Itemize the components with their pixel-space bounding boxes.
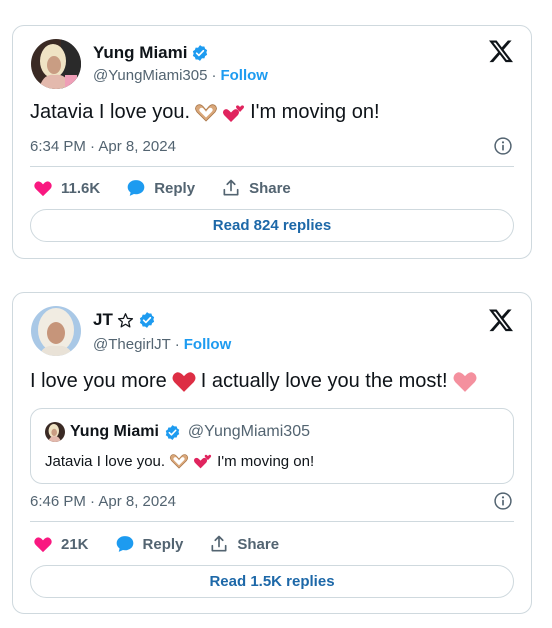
separator-dot: · [211,67,217,84]
x-logo-icon[interactable] [489,39,513,63]
share-icon [211,535,227,552]
tweet-card-jt[interactable]: JT @ThegirlJT · Follow I love you more I… [12,292,532,614]
action-bar: 21K Reply Share [33,534,305,554]
action-bar: 11.6K Reply Share [33,178,317,198]
x-logo-icon[interactable] [489,308,513,332]
share-button[interactable]: Share [209,534,279,554]
like-count: 21K [61,535,89,553]
read-replies-button[interactable]: Read 1.5K replies [30,565,514,598]
heart-hands-emoji [195,103,217,122]
author-handle[interactable]: @ThegirlJT [93,336,171,353]
read-replies-button[interactable]: Read 824 replies [30,209,514,242]
quote-text-part-2: I'm moving on! [217,452,315,470]
like-button[interactable]: 11.6K [33,179,100,197]
follow-button[interactable]: Follow [220,67,268,84]
follow-button[interactable]: Follow [184,336,232,353]
heart-icon [34,537,52,553]
quote-text: Jatavia I love you. I'm moving on! [45,452,314,470]
share-button[interactable]: Share [221,178,291,198]
two-hearts-emoji [223,104,245,122]
reply-button[interactable]: Reply [115,534,184,554]
author-name[interactable]: JT [93,310,113,330]
heart-icon [34,181,52,197]
quote-text-part-1: Jatavia I love you. [45,452,166,470]
verified-badge-icon [165,424,180,440]
reply-button[interactable]: Reply [126,178,195,198]
reply-bubble-icon [116,536,133,552]
quote-avatar [45,422,65,442]
tweet-text: Jatavia I love you. I'm moving on! [30,101,380,124]
quote-author-name: Yung Miami [70,423,159,440]
timestamp[interactable]: 6:34 PM · Apr 8, 2024 [30,138,176,155]
tweet-text-part-1: I love you more [30,369,167,392]
quote-author-handle: @YungMiami305 [187,423,310,440]
tweet-text: I love you more I actually love you the … [30,369,478,393]
author-handle[interactable]: @YungMiami305 [93,67,207,84]
like-count: 11.6K [61,179,101,197]
timestamp[interactable]: 6:46 PM · Apr 8, 2024 [30,493,176,510]
share-label: Share [249,179,291,197]
divider [30,521,514,522]
two-hearts-emoji [194,454,212,469]
reply-label: Reply [154,179,196,197]
reply-bubble-icon [127,180,145,196]
quoted-tweet[interactable]: Yung Miami @YungMiami305 Jatavia I love … [30,408,514,484]
share-label: Share [237,535,280,553]
avatar[interactable] [31,306,81,356]
info-icon[interactable] [493,136,513,156]
tweet-card-yung-miami[interactable]: Yung Miami @YungMiami305 · Follow Jatavi… [12,25,532,259]
heart-hands-emoji [169,453,189,469]
tweet-text-part-1: Jatavia I love you. [30,101,191,123]
separator-dot: · [174,336,180,353]
author-name[interactable]: Yung Miami [93,43,187,63]
tweet-text-part-2: I'm moving on! [250,101,380,123]
verified-badge-icon [193,45,208,61]
red-heart-emoji [172,372,196,392]
tweet-text-part-2: I actually love you the most! [200,369,448,392]
reply-label: Reply [142,535,184,553]
pink-heart-emoji [453,372,477,392]
verified-badge-icon [139,312,154,328]
share-icon [223,179,239,196]
divider [30,166,514,167]
star-outline-icon [117,312,133,328]
avatar[interactable] [31,39,81,89]
like-button[interactable]: 21K [33,535,89,553]
info-icon[interactable] [493,491,513,511]
